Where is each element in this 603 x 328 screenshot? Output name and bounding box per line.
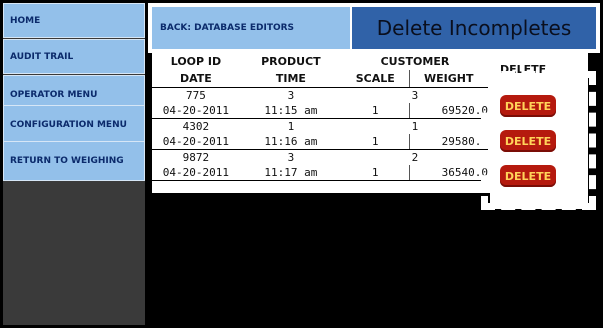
page-title: Delete Incompletes bbox=[352, 7, 596, 49]
loop-id-cell: 9872 bbox=[182, 151, 210, 164]
date-cell: 04-20-2011 bbox=[152, 134, 240, 150]
product-cell: 3 bbox=[287, 89, 295, 102]
time-cell: 11:16 am bbox=[239, 134, 342, 150]
time-cell: 11:15 am bbox=[239, 103, 342, 119]
incompletes-table: LOOP ID PRODUCT CUSTOMER DATE TIME SCALE… bbox=[152, 53, 490, 193]
weight-cell: 69520.0 bbox=[408, 103, 488, 119]
table-row: 9872 3 2 bbox=[152, 150, 488, 166]
scale-cell: 1 bbox=[341, 103, 410, 119]
weight-cell: 36540.0 bbox=[408, 165, 488, 181]
customer-cell: 1 bbox=[411, 120, 419, 133]
loop-id-cell: 775 bbox=[185, 89, 206, 102]
sidebar-item-audit-trail[interactable]: AUDIT TRAIL bbox=[3, 39, 145, 74]
col-header-loop-id: LOOP ID bbox=[170, 55, 222, 68]
weight-cell: 29580.0 bbox=[408, 134, 488, 150]
table-row: 04-20-2011 11:17 am 1 36540.0 bbox=[152, 165, 488, 181]
col-header-date: DATE bbox=[152, 70, 240, 88]
sidebar-item-home[interactable]: HOME bbox=[3, 3, 145, 38]
loop-id-cell: 4302 bbox=[182, 120, 210, 133]
highlight-box bbox=[481, 71, 596, 210]
col-header-time: TIME bbox=[239, 70, 342, 88]
sidebar: HOME AUDIT TRAIL OPERATOR MENU CONFIGURA… bbox=[3, 3, 145, 325]
col-header-scale: SCALE bbox=[341, 70, 410, 88]
table-row: 04-20-2011 11:16 am 1 29580.0 bbox=[152, 134, 488, 150]
table-row: 775 3 3 bbox=[152, 88, 488, 104]
col-header-product: PRODUCT bbox=[261, 55, 321, 68]
header: BACK: DATABASE EDITORS Delete Incomplete… bbox=[148, 3, 600, 53]
product-cell: 1 bbox=[287, 120, 295, 133]
scale-cell: 1 bbox=[341, 134, 410, 150]
sidebar-item-return-to-weighing[interactable]: RETURN TO WEIGHING bbox=[3, 141, 145, 181]
back-button[interactable]: BACK: DATABASE EDITORS bbox=[152, 7, 350, 49]
date-cell: 04-20-2011 bbox=[152, 165, 240, 181]
col-header-weight: WEIGHT bbox=[408, 70, 488, 88]
sidebar-item-configuration-menu[interactable]: CONFIGURATION MENU bbox=[3, 105, 145, 145]
customer-cell: 3 bbox=[411, 89, 419, 102]
customer-cell: 2 bbox=[411, 151, 419, 164]
product-cell: 3 bbox=[287, 151, 295, 164]
scale-cell: 1 bbox=[341, 165, 410, 181]
time-cell: 11:17 am bbox=[239, 165, 342, 181]
table-row: 4302 1 1 bbox=[152, 119, 488, 135]
date-cell: 04-20-2011 bbox=[152, 103, 240, 119]
table-row: 04-20-2011 11:15 am 1 69520.0 bbox=[152, 103, 488, 119]
col-header-customer: CUSTOMER bbox=[380, 55, 450, 68]
